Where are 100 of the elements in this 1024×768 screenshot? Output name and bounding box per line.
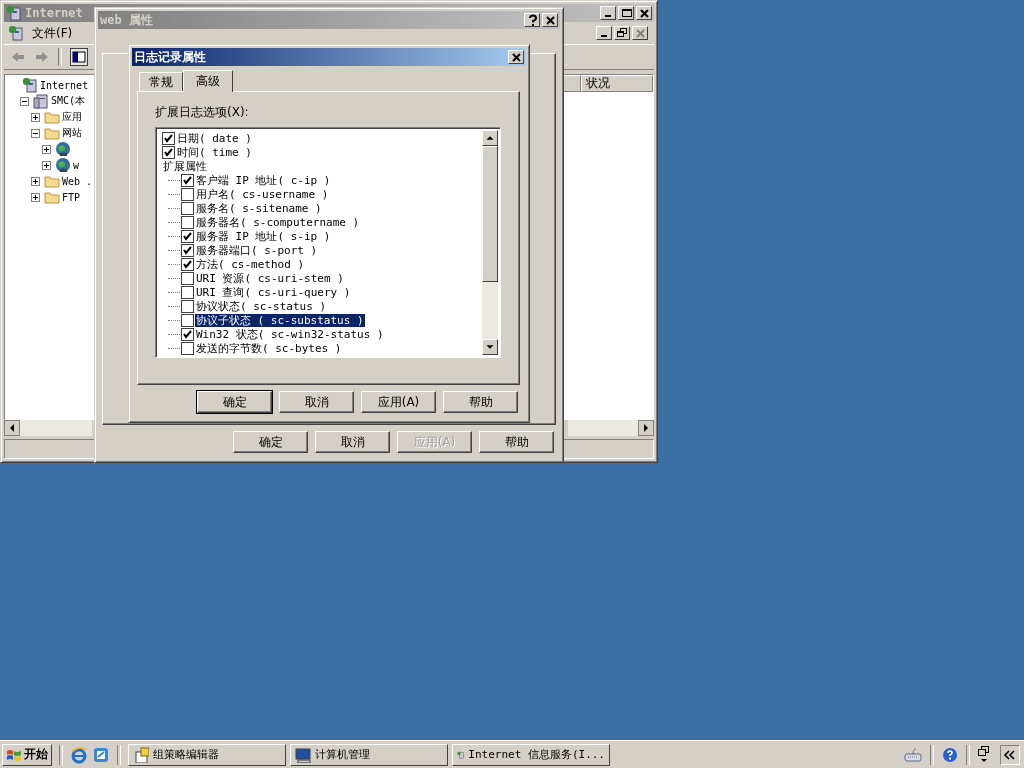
scroll-right-icon[interactable] [638, 420, 654, 436]
snap-in-icon [22, 77, 38, 93]
dialog-button[interactable]: 帮助 [443, 391, 518, 413]
browser-e-icon[interactable] [70, 745, 88, 764]
language-bar-icon[interactable] [978, 745, 990, 764]
minimize-button[interactable] [600, 6, 616, 20]
dialog-button[interactable]: 帮助 [479, 431, 554, 453]
option-label[interactable]: 发送的字节数( sc-bytes ) [195, 341, 343, 355]
option-label[interactable]: 日期( date ) [176, 131, 253, 145]
taskbar-button[interactable]: 组策略编辑器 [128, 743, 286, 766]
checkbox[interactable] [162, 145, 175, 159]
option-label[interactable]: 扩展属性 [162, 159, 208, 173]
checkbox[interactable] [181, 187, 194, 201]
dialog-button[interactable]: 确定 [197, 391, 272, 413]
option-label[interactable]: 客户端 IP 地址( c-ip ) [195, 173, 332, 187]
server-icon [33, 93, 49, 109]
close-button[interactable] [632, 26, 648, 40]
close-button[interactable] [542, 13, 558, 27]
folder-icon [44, 125, 60, 141]
tree-item[interactable]: 网站 [62, 126, 82, 140]
close-icon [633, 27, 647, 39]
start-button[interactable]: 开始 [2, 743, 52, 766]
scroll-down-icon[interactable] [482, 339, 498, 355]
tree-item[interactable]: 应用 [62, 110, 82, 124]
option-label[interactable]: Win32 状态( sc-win32-status ) [195, 327, 385, 341]
restore-button[interactable] [614, 26, 630, 40]
checkbox[interactable] [181, 173, 194, 187]
dialog-title: web 属性 [100, 11, 153, 29]
option-label[interactable]: 时间( time ) [176, 145, 253, 159]
tab[interactable]: 常规 [139, 72, 183, 91]
minimize-button[interactable] [596, 26, 612, 40]
show-more-icon[interactable] [1000, 744, 1020, 765]
collapse-icon[interactable] [31, 128, 40, 138]
menu-item[interactable]: 文件(F) [32, 24, 73, 42]
dialog-button[interactable]: 确定 [233, 431, 308, 453]
taskbar-button[interactable]: 计算机管理 [290, 743, 448, 766]
option-label[interactable]: 方法( cs-method ) [195, 257, 306, 271]
keyboard-icon[interactable] [904, 746, 922, 763]
dialog-button[interactable]: 取消 [315, 431, 390, 453]
tree-item[interactable]: Web . [62, 175, 93, 187]
option-label[interactable]: URI 资源( cs-uri-stem ) [195, 271, 345, 285]
help-button[interactable] [524, 13, 540, 27]
tree-item[interactable]: SMC(本 [51, 94, 86, 108]
close-button[interactable] [636, 6, 652, 20]
checkbox[interactable] [181, 299, 194, 313]
option-label[interactable]: 服务器名( s-computername ) [195, 215, 361, 229]
help-icon[interactable] [942, 746, 958, 763]
expand-icon[interactable] [31, 176, 40, 186]
option-label[interactable]: 协议子状态 ( sc-substatus ) [195, 313, 365, 327]
globe-icon [55, 141, 71, 157]
policy-editor-icon [133, 746, 149, 763]
scroll-left-icon[interactable] [4, 420, 20, 436]
scroll-up-icon[interactable] [482, 130, 498, 146]
tree-item[interactable]: w [73, 159, 80, 171]
checkbox[interactable] [181, 285, 194, 299]
close-icon [509, 51, 523, 63]
folder-icon [44, 189, 60, 205]
expand-icon[interactable] [42, 160, 51, 170]
app-icon [6, 5, 22, 21]
app-icon [8, 25, 24, 41]
globe-icon [55, 157, 71, 173]
checkbox[interactable] [181, 201, 194, 215]
minimize-icon [601, 35, 607, 37]
checkbox[interactable] [181, 327, 194, 341]
option-label[interactable]: 用户名( cs-username ) [195, 187, 330, 201]
option-label[interactable]: 服务名( s-sitename ) [195, 201, 323, 215]
taskbar-button[interactable]: Internet 信息服务(I... [452, 743, 610, 766]
option-label[interactable]: URI 查询( cs-uri-query ) [195, 285, 352, 299]
checkbox[interactable] [181, 243, 194, 257]
field-label: 扩展日志选项(X): [155, 104, 250, 121]
expand-icon[interactable] [31, 192, 40, 202]
checkbox[interactable] [181, 257, 194, 271]
collapse-icon[interactable] [20, 96, 29, 106]
computer-icon [295, 746, 311, 763]
maximize-button[interactable] [618, 6, 634, 20]
folder-icon [44, 109, 60, 125]
option-label[interactable]: 服务器 IP 地址( s-ip ) [195, 229, 332, 243]
expand-icon[interactable] [31, 112, 40, 122]
dialog-title: 日志记录属性 [134, 48, 206, 66]
checkbox[interactable] [181, 215, 194, 229]
tree-item[interactable]: FTP [62, 191, 81, 203]
scroll-thumb[interactable] [482, 146, 498, 282]
option-label[interactable]: 协议状态( sc-status ) [195, 299, 328, 313]
column-header[interactable]: 状况 [581, 75, 653, 92]
checkbox[interactable] [181, 271, 194, 285]
tree-item[interactable]: Internet [40, 79, 89, 91]
option-label[interactable]: 服务器端口( s-port ) [195, 243, 319, 257]
dialog-button[interactable]: 取消 [279, 391, 354, 413]
folder-icon [44, 173, 60, 189]
dialog-button[interactable]: 应用(A) [361, 391, 436, 413]
checkbox[interactable] [181, 313, 194, 327]
checkbox[interactable] [181, 341, 194, 355]
expand-icon[interactable] [42, 144, 51, 154]
checkbox[interactable] [162, 131, 175, 145]
close-button[interactable] [508, 50, 524, 64]
vertical-scrollbar[interactable] [482, 130, 498, 355]
desktop-shortcut-icon[interactable] [92, 745, 110, 764]
tab[interactable]: 高级 [183, 70, 233, 92]
checkbox[interactable] [181, 229, 194, 243]
tree-pane-icon[interactable] [70, 48, 88, 66]
